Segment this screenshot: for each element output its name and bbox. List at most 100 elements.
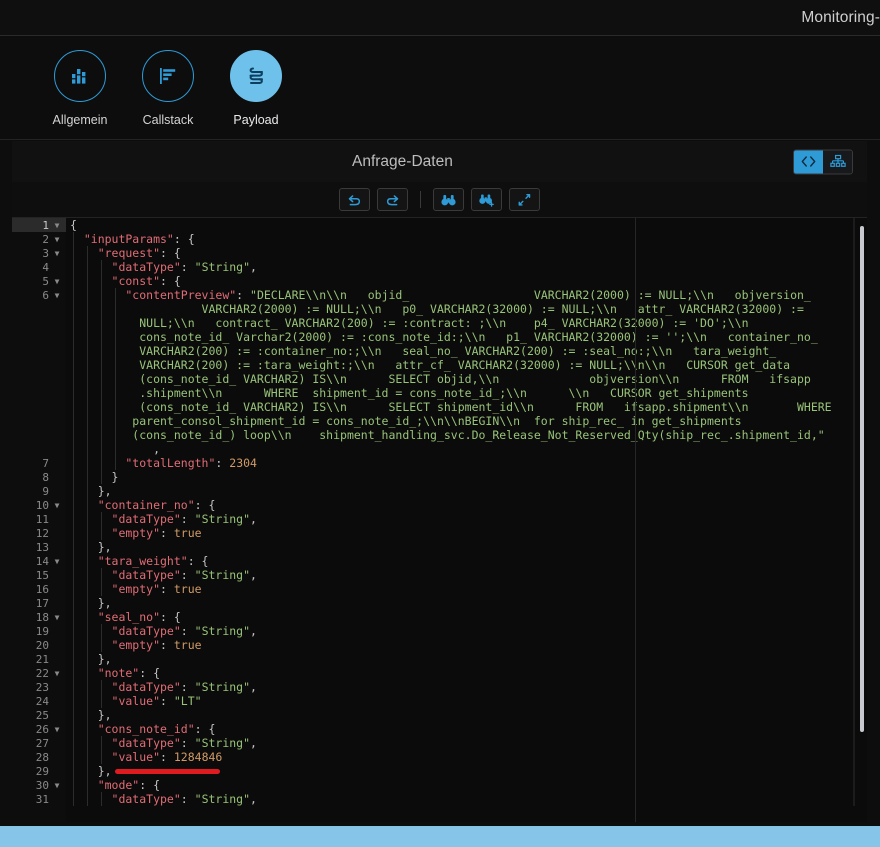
indent-guide	[73, 694, 74, 708]
editor-print-margin	[635, 218, 636, 822]
horizontal-scrollbar[interactable]	[12, 806, 867, 822]
undo-button[interactable]	[339, 188, 370, 211]
vertical-scrollbar-thumb[interactable]	[860, 226, 864, 732]
indent-guide	[100, 316, 102, 330]
fold-arrow-icon[interactable]: ▼	[52, 291, 62, 300]
line-number: 15▼	[35, 568, 49, 582]
indent-guide	[100, 428, 102, 442]
code-line: "dataType": "String",	[70, 792, 257, 806]
indent-guide	[73, 330, 74, 344]
code-line: "contentPreview": "DECLARE\\n\\n objid_ …	[70, 288, 811, 302]
fold-arrow-icon[interactable]: ▼	[52, 725, 62, 734]
code-view-button[interactable]	[794, 150, 823, 173]
code-line: ,	[153, 442, 161, 456]
fold-arrow-icon[interactable]: ▼	[52, 221, 62, 230]
line-number: ▼	[12, 358, 66, 372]
line-number: 30 ▼	[12, 778, 66, 792]
indent-guide	[86, 750, 88, 764]
line-number: ▼	[12, 428, 66, 442]
code-line: VARCHAR2(2000) := NULL;\\n p0_ VARCHAR2(…	[70, 302, 804, 316]
line-number: 25▼	[35, 708, 49, 722]
line-number: ▼	[12, 414, 66, 428]
indent-guide	[73, 372, 74, 386]
indent-guide	[73, 596, 74, 610]
line-number: ▼	[12, 330, 66, 344]
indent-guide	[100, 694, 102, 708]
indent-guide	[73, 344, 74, 358]
indent-guide	[86, 554, 88, 568]
indent-guide	[100, 414, 102, 428]
callstack-bars-icon	[160, 68, 176, 84]
indent-guide	[114, 428, 116, 442]
fold-arrow-icon[interactable]: ▼	[52, 557, 62, 566]
indent-guide	[73, 624, 74, 638]
undo-arrow-icon	[348, 194, 361, 205]
editor-toolbar-buttons	[339, 188, 540, 211]
code-line: "value": 1284846	[70, 750, 223, 764]
line-number: ▼	[12, 400, 66, 414]
indent-guide	[86, 694, 88, 708]
tab-allgemein-label: Allgemein	[52, 113, 108, 127]
indent-guide	[86, 624, 88, 638]
code-line: "empty": true	[70, 582, 202, 596]
tree-hierarchy-icon	[829, 154, 846, 167]
indent-guide	[100, 274, 102, 288]
line-number: 29▼	[35, 764, 49, 778]
indent-guide	[86, 260, 88, 274]
fold-arrow-icon[interactable]: ▼	[52, 249, 62, 258]
indent-guide	[114, 414, 116, 428]
indent-guide	[100, 400, 102, 414]
indent-guide	[86, 470, 88, 484]
fold-arrow-icon[interactable]: ▼	[52, 781, 62, 790]
indent-guide	[73, 428, 74, 442]
fold-arrow-icon[interactable]: ▼	[52, 501, 62, 510]
code-line: (cons_note_id_) loop\\n shipment_handlin…	[70, 428, 825, 442]
fullscreen-button[interactable]	[509, 188, 540, 211]
line-number-gutter: 1▼2▼3▼4▼5▼6▼▼▼▼▼▼▼▼▼▼▼▼7▼8▼9▼10▼11▼12▼13…	[12, 218, 66, 822]
line-number: 27▼	[35, 736, 49, 750]
redo-button[interactable]	[377, 188, 408, 211]
bar-chart-icon	[72, 69, 86, 84]
tree-view-button[interactable]	[823, 150, 852, 173]
tab-allgemein[interactable]: Allgemein	[36, 50, 124, 140]
code-line: "empty": true	[70, 526, 202, 540]
indent-guide	[86, 358, 88, 372]
code-line: },	[70, 652, 112, 666]
indent-guide	[73, 554, 74, 568]
search-replace-button[interactable]	[471, 188, 502, 211]
indent-guide	[73, 512, 74, 526]
fold-arrow-icon[interactable]: ▼	[52, 235, 62, 244]
code-line: .shipment\\n WHERE shipment_id = cons_no…	[70, 386, 749, 400]
line-number: 26 ▼	[12, 722, 66, 736]
line-number: 20▼	[35, 638, 49, 652]
fold-arrow-icon[interactable]: ▼	[52, 277, 62, 286]
fold-arrow-icon[interactable]: ▼	[52, 669, 62, 678]
code-content[interactable]: { "inputParams": { "request": { "dataTyp…	[66, 218, 867, 822]
indent-guide	[73, 400, 74, 414]
indent-guide	[86, 344, 88, 358]
indent-guide	[73, 736, 74, 750]
json-code-editor[interactable]: 1▼2▼3▼4▼5▼6▼▼▼▼▼▼▼▼▼▼▼▼7▼8▼9▼10▼11▼12▼13…	[12, 218, 867, 822]
fold-arrow-icon[interactable]: ▼	[52, 613, 62, 622]
search-button[interactable]	[433, 188, 464, 211]
tab-allgemein-circle	[54, 50, 106, 102]
tab-payload-label: Payload	[233, 113, 279, 127]
vertical-scrollbar[interactable]	[855, 218, 867, 822]
line-number: 9▼	[42, 484, 49, 498]
indent-guide	[86, 610, 88, 624]
indent-guide	[114, 316, 116, 330]
tab-payload[interactable]: Payload	[212, 50, 300, 154]
code-line: "dataType": "String",	[70, 512, 257, 526]
code-line: "dataType": "String",	[70, 680, 257, 694]
indent-guide	[86, 316, 88, 330]
tab-callstack-circle	[142, 50, 194, 102]
indent-guide	[86, 274, 88, 288]
tab-callstack-label: Callstack	[142, 113, 194, 127]
indent-guide	[86, 540, 88, 554]
view-mode-toggle	[793, 149, 853, 174]
indent-guide	[100, 680, 102, 694]
indent-guide	[114, 344, 116, 358]
indent-guide	[86, 652, 88, 666]
tab-callstack[interactable]: Callstack	[124, 50, 212, 140]
indent-guide	[73, 722, 74, 736]
